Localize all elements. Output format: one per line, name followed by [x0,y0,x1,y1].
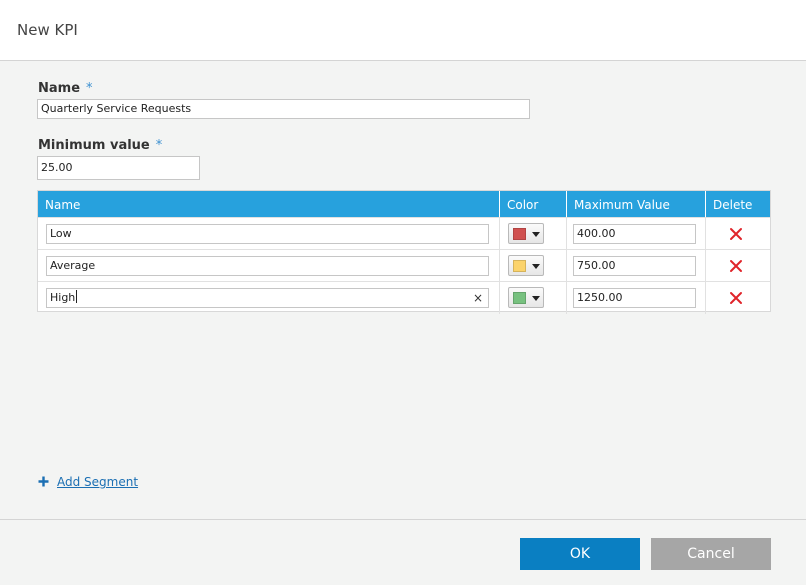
cell-divider [705,250,706,282]
segments-grid: Name Color Maximum Value Delete Low 400.… [37,190,771,314]
column-header-delete: Delete [713,198,753,212]
color-swatch [513,260,526,272]
delete-x-icon[interactable] [728,258,744,274]
segment-name-input[interactable]: High × [46,288,489,308]
grid-header: Name Color Maximum Value Delete [38,191,770,217]
ok-button[interactable]: OK [520,538,640,570]
cell-divider [566,218,567,250]
segment-max-value-input[interactable]: 400.00 [573,224,696,244]
chevron-down-icon [532,264,540,269]
color-swatch [513,292,526,304]
segment-row: Average 750.00 [38,249,770,282]
dialog-footer: OK Cancel [0,519,806,585]
segment-color-picker[interactable] [508,255,544,276]
segment-color-picker[interactable] [508,223,544,244]
segment-name-input[interactable]: Low [46,224,489,244]
minimum-value-label-text: Minimum value [38,138,150,153]
cell-divider [705,218,706,250]
delete-x-icon[interactable] [728,290,744,306]
minimum-value-input[interactable]: 25.00 [37,156,200,180]
delete-x-icon[interactable] [728,226,744,242]
chevron-down-icon [532,232,540,237]
name-label-text: Name [38,81,81,96]
plus-icon[interactable] [38,476,49,487]
dialog-title: New KPI [17,21,78,39]
text-caret [76,290,78,303]
name-label: Name * [38,81,93,96]
clear-input-icon[interactable]: × [473,289,483,307]
cell-divider [499,250,500,282]
cell-divider [705,282,706,314]
cell-divider [566,250,567,282]
cell-divider [499,218,500,250]
cell-divider [499,282,500,314]
segment-row: Low 400.00 [38,217,770,250]
required-mark: * [86,81,93,96]
chevron-down-icon [532,296,540,301]
required-mark: * [155,138,163,153]
segment-max-value-input[interactable]: 750.00 [573,256,696,276]
cell-divider [566,282,567,314]
cancel-button[interactable]: Cancel [651,538,771,570]
column-header-color[interactable]: Color [500,191,567,217]
segment-max-value-input[interactable]: 1250.00 [573,288,696,308]
minimum-value-label: Minimum value * [38,138,162,153]
segment-row: High × 1250.00 [38,281,770,314]
column-header-maximum-value[interactable]: Maximum Value [567,191,706,217]
segment-color-picker[interactable] [508,287,544,308]
dialog-header: New KPI [0,0,806,61]
column-header-name[interactable]: Name [38,191,500,217]
add-segment-link[interactable]: Add Segment [57,475,138,489]
name-input[interactable]: Quarterly Service Requests [37,99,530,119]
segment-name-text: High [50,291,76,304]
segment-name-input[interactable]: Average [46,256,489,276]
color-swatch [513,228,526,240]
